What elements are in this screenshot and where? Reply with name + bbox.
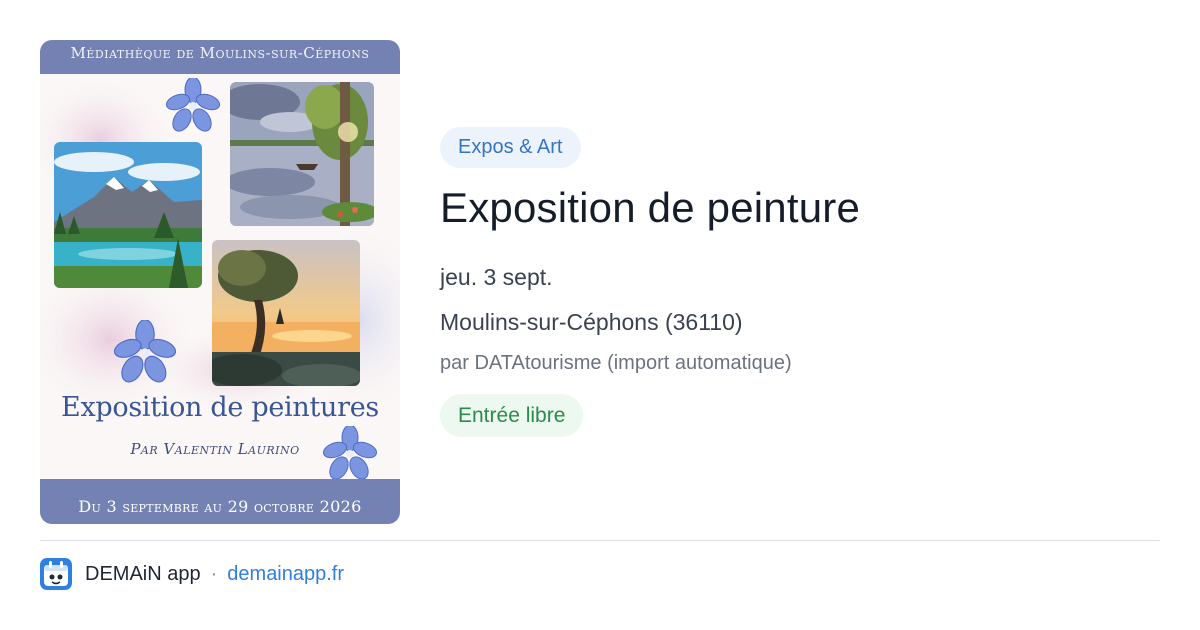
footer: DEMAiN app · demainapp.fr [40, 558, 344, 590]
painting-tree-sunset [212, 240, 360, 386]
poster-dates-band: Du 3 septembre au 29 octobre 2026 [40, 479, 400, 524]
painting-lake-boat [230, 82, 374, 226]
painting-mountain-lake [54, 142, 202, 288]
flower-top-icon [166, 78, 220, 132]
poster-author: Par Valentin Laurino [130, 440, 300, 458]
footer-divider [40, 540, 1160, 541]
demain-app-logo-icon[interactable] [40, 558, 72, 590]
event-location[interactable]: Moulins-sur-Céphons (36110) [440, 309, 743, 336]
price-badge: Entrée libre [440, 394, 584, 437]
event-source: par DATAtourisme (import automatique) [440, 352, 792, 374]
footer-separator: · [210, 562, 218, 585]
poster-venue-band: Médiathèque de Moulins-sur-Céphons [40, 40, 400, 74]
category-tag[interactable]: Expos & Art [440, 127, 581, 168]
flower-left-icon [114, 320, 176, 383]
event-title[interactable]: Exposition de peinture [440, 184, 860, 232]
event-date: jeu. 3 sept. [440, 264, 553, 290]
app-url-link[interactable]: demainapp.fr [227, 563, 344, 586]
poster-title: Exposition de peintures [61, 392, 379, 423]
event-poster-image[interactable]: Médiathèque de Moulins-sur-Céphons Expos… [40, 40, 400, 524]
app-name: DEMAiN app [85, 562, 201, 585]
